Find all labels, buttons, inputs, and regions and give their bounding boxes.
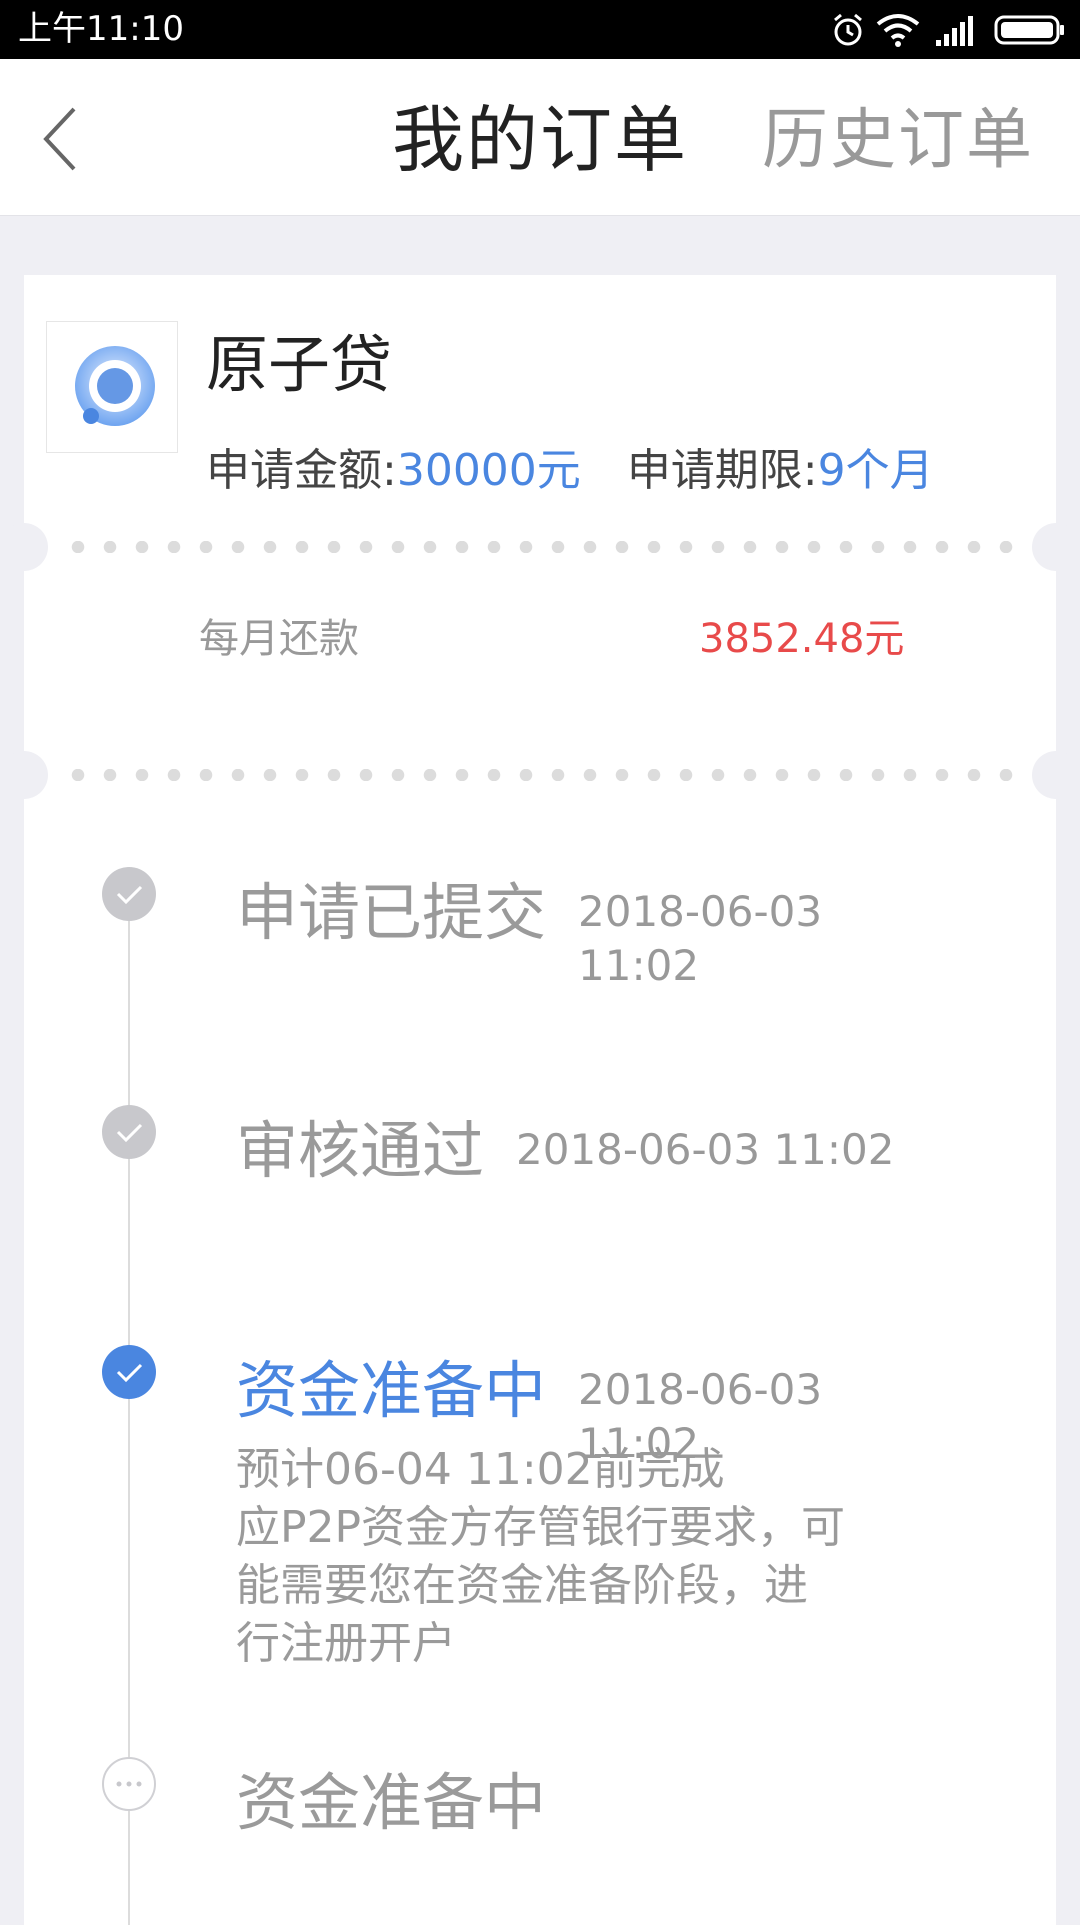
step-title-submitted: 申请已提交 xyxy=(236,876,547,949)
step-description-line: 预计06-04 11:02前完成 xyxy=(236,1444,725,1495)
step-time-date: 2018-06-03 xyxy=(578,1365,823,1414)
step-description: 预计06-04 11:02前完成 应P2P资金方存管银行要求，可 能需要您在资金… xyxy=(236,1441,956,1673)
step-title-pending: 资金准备中 xyxy=(236,1766,547,1839)
application-info: 申请金额:30000元 申请期限:9个月 xyxy=(206,441,934,501)
amount-label: 申请金额: xyxy=(206,445,397,496)
step-description-line: 能需要您在资金准备阶段，进 xyxy=(236,1560,808,1611)
step-time-date: 2018-06-03 xyxy=(578,887,823,936)
product-logo xyxy=(46,321,178,453)
monthly-repayment-label: 每月还款 xyxy=(199,616,359,662)
step-description-line: 应P2P资金方存管银行要求，可 xyxy=(236,1502,846,1553)
step-check-icon xyxy=(102,1105,156,1159)
step-description-line: 行注册开户 xyxy=(236,1618,456,1669)
step-title-approved: 审核通过 xyxy=(236,1114,485,1187)
monthly-repayment-value: 3852.48元 xyxy=(699,616,905,662)
step-time-submitted: 2018-06-03 11:02 xyxy=(578,885,822,993)
ticket-divider xyxy=(0,523,1080,571)
signal-icon xyxy=(936,16,973,46)
status-bar: 上午11:10 xyxy=(0,0,1080,59)
term-label: 申请期限: xyxy=(626,445,818,496)
step-check-icon xyxy=(102,1345,156,1399)
step-time-clock: 11:02 xyxy=(578,941,700,990)
status-time: 上午11:10 xyxy=(18,9,184,49)
step-check-icon xyxy=(102,867,156,921)
amount-value: 30000元 xyxy=(396,445,581,496)
nav-bar: 我的订单 历史订单 xyxy=(0,59,1080,216)
step-time-approved: 2018-06-03 11:02 xyxy=(516,1125,895,1174)
wifi-icon xyxy=(876,14,920,47)
term-value: 9个月 xyxy=(817,445,934,496)
order-card[interactable]: 原子贷 申请金额:30000元 申请期限:9个月 每月还款 3852.48元 申请… xyxy=(0,275,1080,1925)
step-title-funding: 资金准备中 xyxy=(236,1354,547,1427)
ticket-divider xyxy=(0,751,1080,799)
alarm-icon xyxy=(834,13,862,46)
product-name: 原子贷 xyxy=(206,328,393,401)
history-orders-link[interactable]: 历史订单 xyxy=(762,99,1034,181)
battery-icon xyxy=(994,15,1064,45)
step-more-icon xyxy=(102,1757,156,1811)
